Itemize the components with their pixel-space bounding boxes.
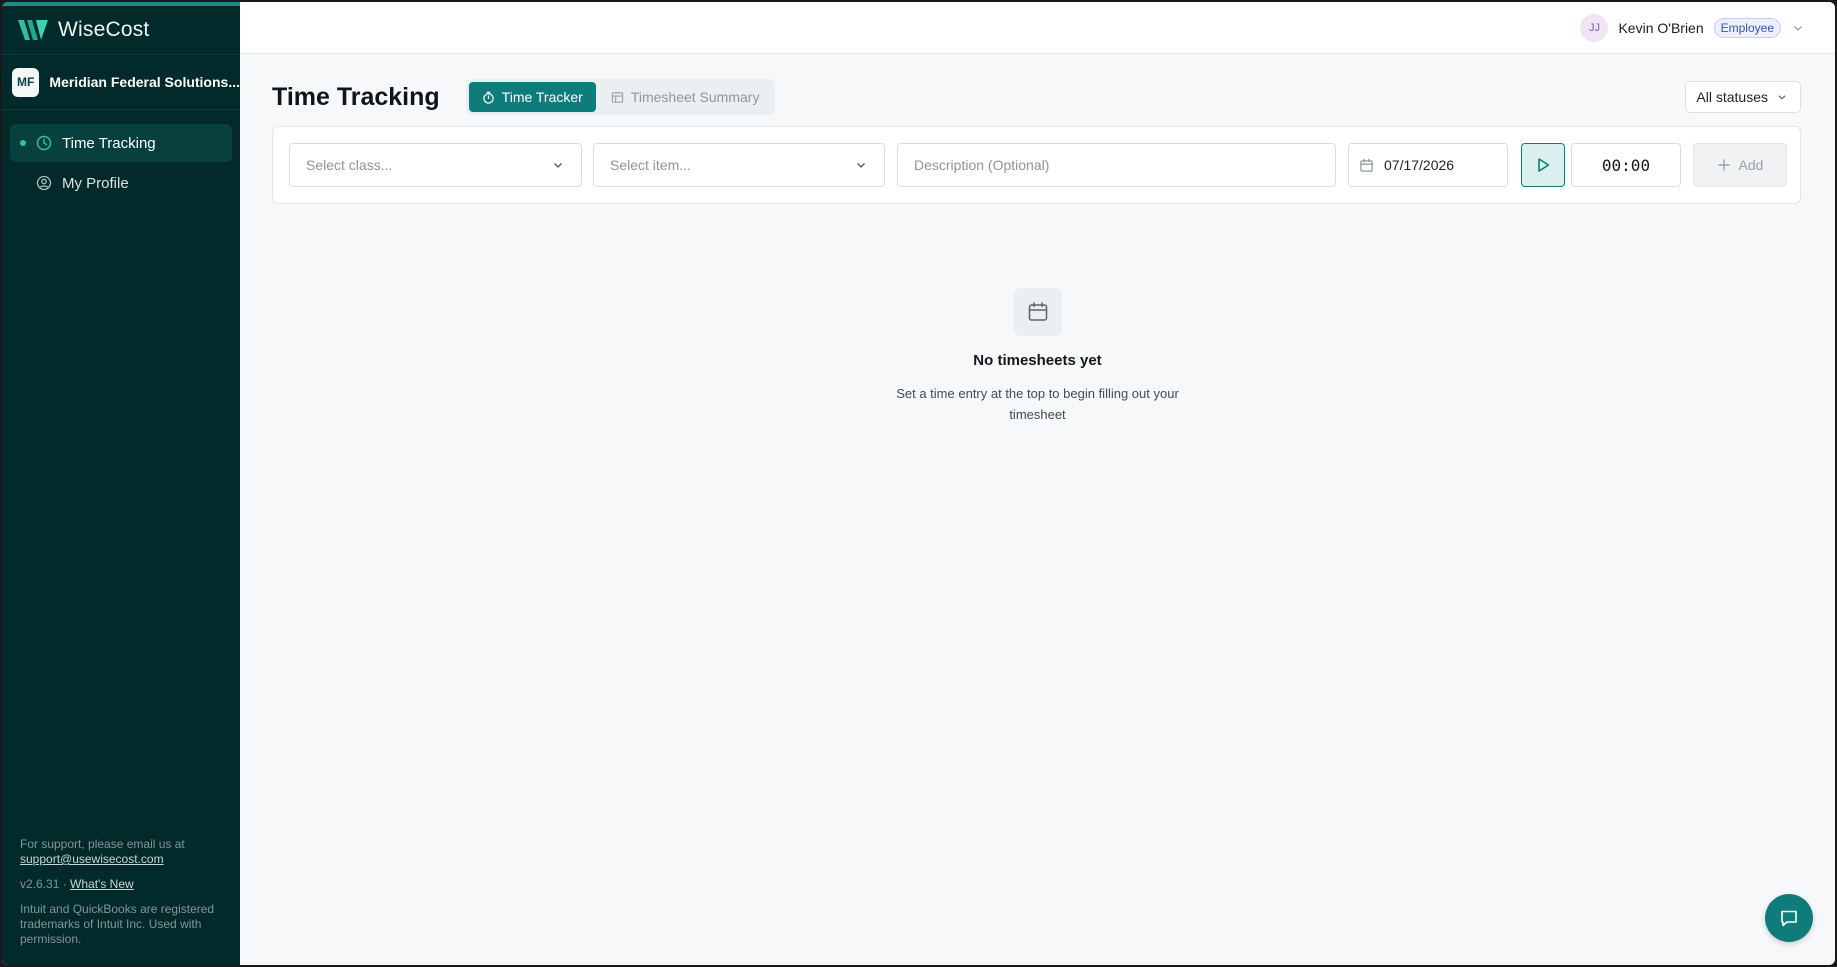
stopwatch-icon: [482, 91, 494, 104]
chevron-down-icon: [1778, 95, 1786, 100]
user-name: Kevin O'Brien: [1618, 19, 1704, 36]
table-icon: [611, 91, 623, 103]
sidebar-nav: Time Tracking My Profile: [2, 110, 240, 202]
play-icon: [1538, 158, 1550, 172]
item-select-placeholder: Select item...: [610, 157, 691, 173]
org-switcher[interactable]: MF Meridian Federal Solutions...: [2, 54, 240, 110]
date-input[interactable]: 07/17/2026: [1348, 143, 1508, 187]
calendar-icon: [1013, 288, 1062, 336]
avatar[interactable]: JJ: [1580, 13, 1609, 42]
empty-state-title: No timesheets yet: [973, 352, 1102, 369]
brand-name: WiseCost: [58, 18, 150, 41]
sidebar-item-label: Time Tracking: [62, 134, 156, 152]
class-select[interactable]: Select class...: [289, 143, 582, 187]
date-value: 07/17/2026: [1384, 157, 1455, 173]
brand[interactable]: WiseCost: [2, 6, 240, 54]
page-header: Time Tracking Time Tracker Timesheet Sum…: [272, 79, 1801, 115]
empty-state: No timesheets yet Set a time entry at th…: [240, 288, 1835, 425]
chevron-down-icon[interactable]: [1791, 21, 1805, 35]
whats-new-link[interactable]: What's New: [70, 877, 134, 891]
status-filter-value: All statuses: [1696, 89, 1768, 105]
tab-label: Timesheet Summary: [630, 89, 760, 105]
sidebar-item-label: My Profile: [62, 174, 129, 192]
clock-icon: [36, 135, 52, 151]
sidebar-footer: For support, please email us at support@…: [20, 837, 230, 947]
time-entry-form: Select class... Select item... Descripti…: [272, 126, 1801, 204]
active-indicator: [20, 140, 26, 146]
description-placeholder: Description (Optional): [914, 157, 1050, 173]
main-content: JJ Kevin O'Brien Employee Time Tracking …: [240, 2, 1835, 965]
tab-timesheet-summary[interactable]: Timesheet Summary: [598, 82, 773, 112]
org-name: Meridian Federal Solutions...: [49, 74, 240, 90]
topbar: JJ Kevin O'Brien Employee: [240, 2, 1835, 54]
add-label: Add: [1738, 157, 1764, 173]
start-timer-button[interactable]: [1521, 143, 1565, 187]
description-input[interactable]: Description (Optional): [897, 143, 1336, 187]
status-filter-select[interactable]: All statuses: [1685, 81, 1801, 113]
sidebar-item-my-profile[interactable]: My Profile: [10, 164, 232, 202]
chat-support-button[interactable]: [1765, 894, 1813, 942]
sidebar: WiseCost MF Meridian Federal Solutions..…: [2, 2, 240, 965]
version-text: v2.6.31 ·: [20, 877, 67, 891]
role-badge: Employee: [1713, 17, 1781, 38]
add-entry-button[interactable]: Add: [1693, 143, 1787, 187]
chevron-down-icon: [857, 163, 865, 168]
support-email-link[interactable]: support@usewisecost.com: [20, 852, 164, 866]
user-circle-icon: [36, 175, 52, 191]
support-text: For support, please email us at: [20, 837, 185, 851]
tab-time-tracker[interactable]: Time Tracker: [468, 82, 596, 112]
view-tabs: Time Tracker Timesheet Summary: [465, 79, 776, 115]
plus-icon: [1717, 159, 1730, 171]
org-avatar: MF: [12, 67, 40, 97]
chevron-down-icon: [554, 163, 562, 168]
page-title: Time Tracking: [272, 82, 440, 111]
sidebar-item-time-tracking[interactable]: Time Tracking: [10, 124, 232, 162]
wisecost-logo-icon: [18, 20, 48, 40]
trademark-text: Intuit and QuickBooks are registered tra…: [20, 902, 215, 946]
item-select[interactable]: Select item...: [593, 143, 885, 187]
empty-state-text: Set a time entry at the top to begin fil…: [896, 386, 1179, 422]
app-window: WiseCost MF Meridian Federal Solutions..…: [2, 2, 1835, 965]
calendar-icon: [1360, 158, 1373, 172]
chat-icon: [1781, 910, 1797, 927]
tab-label: Time Tracker: [501, 89, 583, 105]
timer-display[interactable]: 00:00: [1571, 143, 1681, 187]
class-select-placeholder: Select class...: [306, 157, 393, 173]
